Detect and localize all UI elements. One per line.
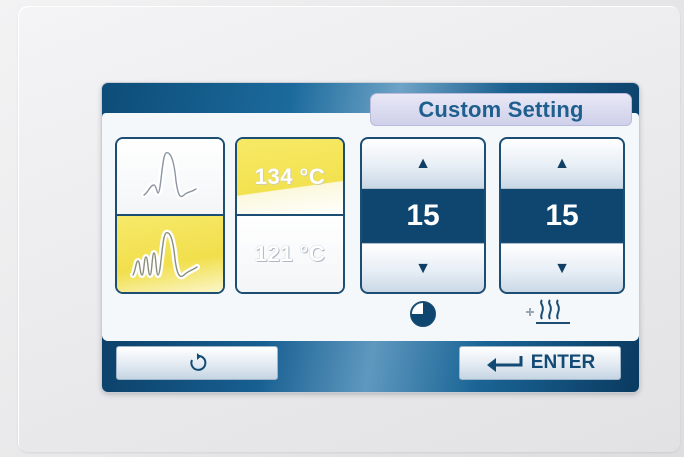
title-tab: Custom Setting [370, 93, 632, 126]
drying-time-value: 15 [501, 189, 623, 242]
program-selector [115, 137, 225, 294]
drying-time-stepper: ▲ 15 ▼ [499, 137, 625, 294]
sterilization-time-value: 15 [362, 189, 484, 242]
temperature-label-134: 134 °C [254, 164, 326, 189]
triangle-down-icon: ▼ [415, 259, 431, 277]
enter-button[interactable]: ENTER [459, 346, 621, 380]
page-title: Custom Setting [418, 96, 584, 122]
multi-pulse-curve-icon [130, 229, 200, 280]
reset-arrow-icon [190, 353, 207, 371]
triangle-up-icon: ▲ [554, 154, 570, 172]
program-option-single-pulse[interactable] [117, 139, 223, 215]
program-option-multi-pulse[interactable] [117, 216, 223, 292]
enter-label: ENTER [530, 352, 596, 373]
triangle-down-icon: ▼ [554, 259, 570, 277]
temperature-option-134[interactable]: 134 °C [237, 139, 343, 215]
temperature-selector: 134 °C 121 °C [235, 137, 345, 294]
sterilization-time-stepper: ▲ 15 ▼ [360, 137, 486, 294]
temperature-label-121: 121 °C [254, 241, 326, 266]
touch-screen: Custom Setting 134 °C 121 °C ▲ 15 ▼ ▲ 15… [102, 83, 639, 392]
single-pulse-curve-icon [141, 149, 199, 200]
drying-heat-icon [522, 297, 578, 327]
drying-time-increase-button[interactable]: ▲ [501, 139, 623, 189]
enter-arrow-icon [486, 356, 523, 372]
timer-icon [408, 299, 438, 329]
reset-button[interactable] [116, 346, 278, 380]
triangle-up-icon: ▲ [415, 154, 431, 172]
sterilization-time-increase-button[interactable]: ▲ [362, 139, 484, 189]
temperature-option-121[interactable]: 121 °C [237, 216, 343, 292]
drying-time-decrease-button[interactable]: ▼ [501, 243, 623, 292]
sterilization-time-decrease-button[interactable]: ▼ [362, 243, 484, 292]
